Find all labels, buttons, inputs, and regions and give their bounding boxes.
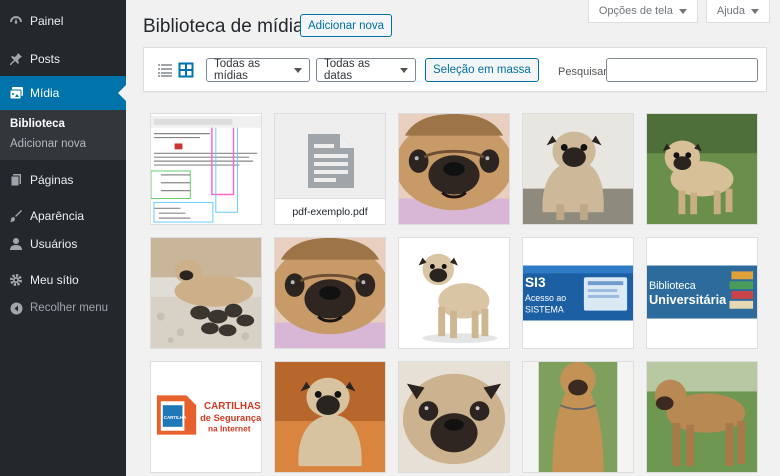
media-submenu: Biblioteca Adicionar nova: [0, 110, 126, 160]
media-item-banner-biblioteca[interactable]: Biblioteca Universitária: [646, 237, 758, 349]
media-item-banner-cartilhas[interactable]: CARTILHA CARTILHAS de Segurança na Inter…: [150, 361, 262, 473]
banner-text-seguranca: de Segurança: [200, 413, 261, 423]
media-item-document-screenshot[interactable]: [150, 113, 262, 225]
sidebar-item-midia[interactable]: Mídia: [0, 76, 126, 110]
media-item-pug-face[interactable]: [398, 113, 510, 225]
media-item-pug-puppy-sitting[interactable]: [522, 113, 634, 225]
banner-text-biblioteca: Biblioteca: [649, 280, 696, 292]
media-type-filter-value: Todas as mídias: [214, 58, 261, 82]
sidebar-item-label: Aparência: [30, 209, 85, 223]
sidebar-item-label: Mídia: [30, 86, 60, 100]
banner-text-internet: na Internet: [208, 424, 251, 434]
dashboard-icon: [8, 13, 24, 29]
caret-down-icon: [678, 8, 687, 14]
brush-icon: [8, 208, 24, 224]
banner-text-acesso: Acesso ao: [525, 293, 566, 303]
chevron-down-icon: [294, 67, 302, 73]
help-label: Ajuda: [716, 5, 745, 17]
caret-down-icon: [751, 8, 759, 14]
media-item-pug-standing-white[interactable]: [398, 237, 510, 349]
pages-icon: [8, 172, 24, 188]
gear-icon: [8, 272, 24, 288]
collapse-menu-button[interactable]: Recolher menu: [0, 291, 126, 325]
screen-meta-links: Opções de tela Ajuda: [587, 0, 770, 23]
grid-view-icon[interactable]: [178, 62, 194, 78]
sidebar-item-posts[interactable]: Posts: [0, 42, 126, 76]
sidebar-item-paginas[interactable]: Páginas: [0, 163, 126, 197]
media-toolbar: Todas as mídias Todas as datas Seleção e…: [143, 47, 767, 92]
page-title: Biblioteca de mídia: [143, 16, 304, 37]
sidebar-item-label: Recolher menu: [30, 302, 108, 314]
user-icon: [8, 236, 24, 252]
date-filter[interactable]: Todas as datas: [316, 58, 416, 82]
sidebar-item-label: Páginas: [30, 173, 74, 187]
media-item-banner-si3[interactable]: SI3 Acesso ao SISTEMA: [522, 237, 634, 349]
add-new-button[interactable]: Adicionar nova: [300, 14, 393, 37]
bulk-select-button[interactable]: Seleção em massa: [425, 58, 539, 82]
media-filename: pdf-exemplo.pdf: [275, 198, 385, 224]
media-item-pug-mother-puppies[interactable]: [150, 237, 262, 349]
media-icon: [8, 85, 24, 101]
screen-options-button[interactable]: Opções de tela: [587, 0, 698, 23]
banner-text-universitaria: Universitária: [649, 292, 727, 307]
screen-options-label: Opções de tela: [598, 5, 673, 17]
search-input[interactable]: [606, 58, 758, 82]
media-item-pug-face[interactable]: [274, 237, 386, 349]
admin-sidebar: Painel Posts Mídia Biblioteca Adicionar …: [0, 0, 126, 476]
pin-icon: [8, 51, 24, 67]
submenu-item-biblioteca[interactable]: Biblioteca: [0, 114, 126, 134]
submenu-item-adicionar-nova[interactable]: Adicionar nova: [0, 134, 126, 154]
sidebar-item-painel[interactable]: Painel: [0, 4, 126, 38]
media-item-mastiff-front[interactable]: [522, 361, 634, 473]
banner-text-sistema: SISTEMA: [525, 305, 564, 315]
date-filter-value: Todas as datas: [324, 58, 371, 82]
help-button[interactable]: Ajuda: [705, 0, 770, 23]
sidebar-item-label: Usuários: [30, 237, 78, 251]
list-view-icon[interactable]: [157, 62, 173, 78]
chevron-down-icon: [400, 67, 408, 73]
sidebar-item-usuarios[interactable]: Usuários: [0, 227, 126, 261]
media-item-pdf[interactable]: pdf-exemplo.pdf: [274, 113, 386, 225]
media-item-pug-standing-grass[interactable]: [646, 113, 758, 225]
search-label: Pesquisar: [558, 66, 607, 78]
banner-text-cartilhas: CARTILHAS: [204, 401, 261, 412]
collapse-icon: [8, 300, 24, 316]
banner-text-si3: SI3: [525, 275, 546, 290]
cartilha-sign-text: CARTILHA: [164, 415, 187, 420]
sidebar-item-label: Meu sítio: [30, 273, 79, 287]
sidebar-item-label: Painel: [30, 14, 64, 28]
document-file-icon: [308, 134, 354, 188]
media-item-mastiff-side[interactable]: [646, 361, 758, 473]
media-type-filter[interactable]: Todas as mídias: [206, 58, 310, 82]
media-item-pug-face-close[interactable]: [398, 361, 510, 473]
media-item-pug-sitting-orange[interactable]: [274, 361, 386, 473]
sidebar-item-label: Posts: [30, 52, 61, 66]
